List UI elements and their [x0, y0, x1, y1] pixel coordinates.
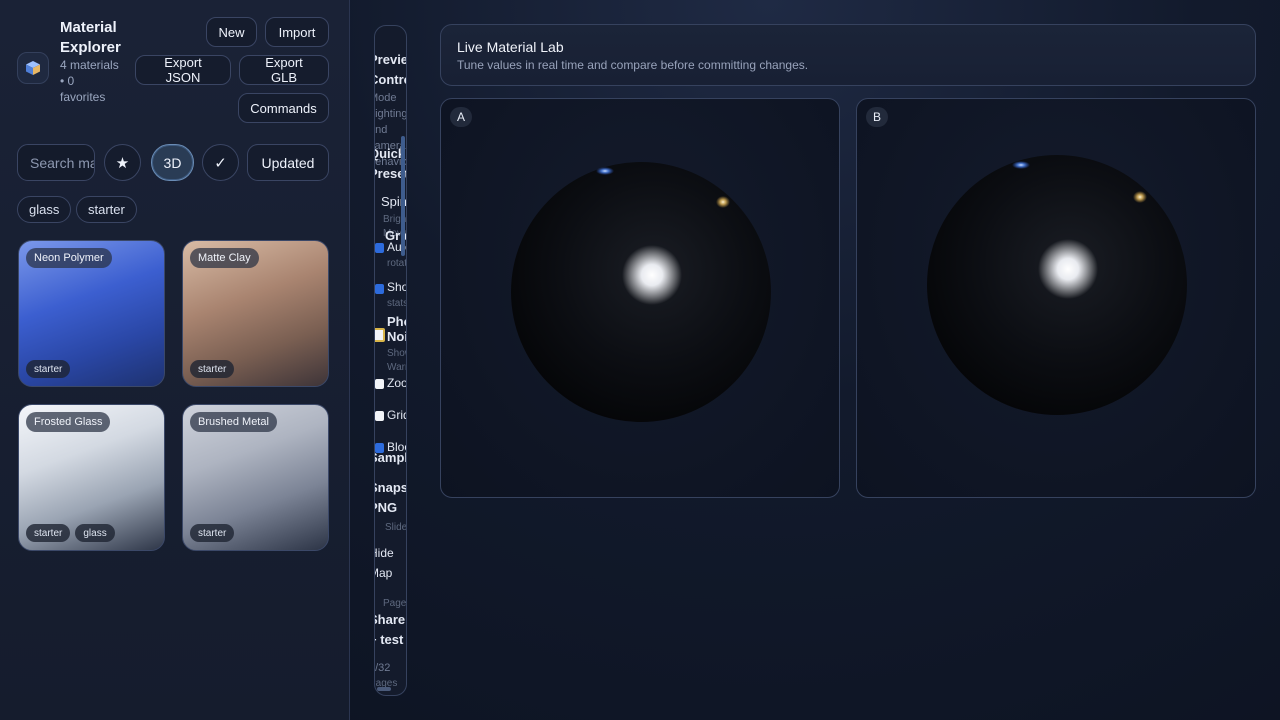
panel-text: Mode — [375, 92, 397, 104]
share-button[interactable]: Share — [375, 612, 405, 627]
export-glb-button[interactable]: Export GLB — [239, 55, 329, 85]
material-stats: 4 materials • 0 favorites — [60, 58, 119, 104]
material-sphere-preview — [927, 155, 1187, 415]
filter-3d-toggle[interactable]: 3D — [151, 144, 194, 181]
material-card-brushed-metal[interactable]: Brushed Metal starter — [182, 404, 329, 551]
panel-text: Show — [387, 348, 406, 359]
material-card-frosted-glass[interactable]: Frosted Glass starter glass — [18, 404, 165, 551]
lab-title: Live Material Lab — [457, 39, 564, 55]
material-name: Frosted Glass — [26, 412, 111, 432]
material-tag: starter — [26, 360, 71, 378]
panel-label: Noir — [387, 329, 406, 344]
material-tag: glass — [75, 524, 115, 542]
panel-horizontal-scrollbar[interactable] — [377, 687, 391, 691]
panel-heading-controls: Controls — [375, 72, 406, 87]
panel-scrollbar[interactable] — [401, 136, 405, 256]
material-name: Neon Polymer — [26, 248, 112, 268]
favorites-filter-star-icon[interactable]: ★ — [104, 144, 141, 181]
panel-heading-preview: Preview — [375, 52, 406, 67]
checkbox-label: Grid — [387, 408, 406, 422]
lab-subtitle: Tune values in real time and compare bef… — [457, 58, 809, 72]
panel-text: and — [375, 124, 388, 136]
panel-label: Photo — [387, 314, 406, 329]
auto-rotate-checkbox[interactable] — [375, 243, 384, 253]
preview-controls-panel[interactable]: Preview Controls Mode Lighting and camer… — [374, 25, 407, 696]
cube-logo-icon — [17, 52, 49, 84]
grid-checkbox[interactable] — [375, 411, 384, 421]
panel-text: Lighting — [375, 108, 407, 120]
checkbox-label: Zoom — [387, 376, 406, 390]
panel-text: Slider — [385, 522, 407, 533]
material-name: Matte Clay — [190, 248, 259, 268]
selected-option-checkbox[interactable] — [375, 328, 385, 342]
page-count: 1/32 — [375, 662, 391, 674]
search-input[interactable]: Search materials — [17, 144, 95, 181]
sort-select[interactable]: Updated — [247, 144, 329, 181]
map-button[interactable]: Map — [375, 566, 392, 580]
filter-check-icon[interactable]: ✓ — [202, 144, 239, 181]
zoom-checkbox[interactable] — [375, 379, 384, 389]
hide-button[interactable]: Hide — [375, 546, 394, 560]
panel-text: stats — [387, 298, 407, 309]
viewport-a[interactable]: A — [440, 98, 840, 498]
material-tag: starter — [190, 524, 235, 542]
material-sphere-preview — [511, 162, 771, 422]
panel-text: Warm — [387, 362, 406, 373]
material-tag: starter — [26, 524, 71, 542]
snapshots-heading: Snapshots — [375, 480, 406, 495]
samples-heading: Samples — [375, 450, 407, 465]
material-tag: starter — [190, 360, 235, 378]
panel-text: Page — [383, 598, 407, 609]
tag-chip-starter[interactable]: starter — [76, 196, 137, 223]
new-button[interactable]: New — [206, 17, 257, 47]
checkbox-label: Show — [387, 280, 406, 294]
material-name: Brushed Metal — [190, 412, 277, 432]
material-card-neon-polymer[interactable]: Neon Polymer starter — [18, 240, 165, 387]
material-card-matte-clay[interactable]: Matte Clay starter — [182, 240, 329, 387]
tag-chip-glass[interactable]: glass — [17, 196, 72, 223]
material-sidebar: Material Explorer 4 materials • 0 favori… — [0, 0, 350, 720]
viewport-b[interactable]: B — [856, 98, 1256, 498]
app-title: Material Explorer — [60, 19, 121, 56]
export-json-button[interactable]: Export JSON — [135, 55, 231, 85]
import-button[interactable]: Import — [265, 17, 329, 47]
lab-header: Live Material Lab Tune values in real ti… — [440, 24, 1256, 86]
commands-button[interactable]: Commands — [238, 93, 329, 123]
show-stats-checkbox[interactable] — [375, 284, 384, 294]
png-label: PNG — [375, 500, 398, 515]
panel-text: rotate — [387, 258, 407, 269]
add-test-button[interactable]: + test — [375, 632, 403, 647]
